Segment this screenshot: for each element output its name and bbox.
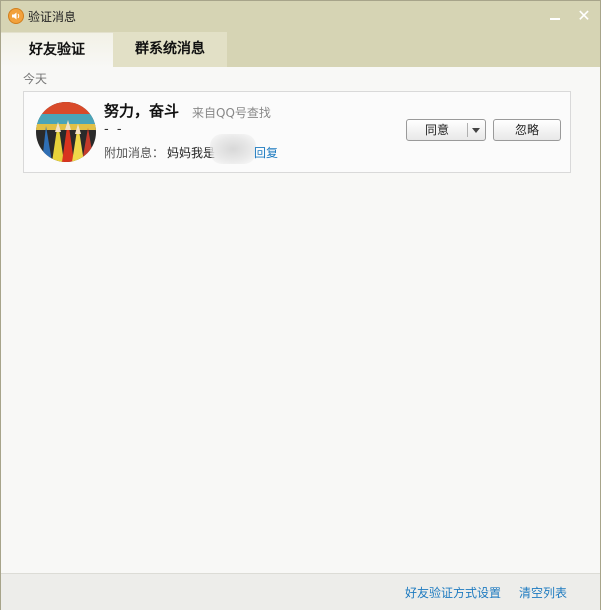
window-title: 验证消息: [28, 10, 77, 24]
close-icon: ✕: [577, 6, 591, 25]
agree-dropdown-toggle[interactable]: [468, 120, 485, 140]
speaker-icon: [8, 8, 24, 24]
footer-bar: 好友验证方式设置 清空列表: [1, 573, 600, 610]
avatar[interactable]: [36, 102, 96, 162]
tab-friend-verification[interactable]: 好友验证: [1, 32, 113, 68]
agree-split-button[interactable]: 同意: [406, 119, 486, 141]
minimize-icon: [550, 18, 560, 20]
clear-list-link[interactable]: 清空列表: [519, 584, 567, 601]
attach-message-text: 妈妈我是: [167, 146, 216, 160]
tab-group-system-messages[interactable]: 群系统消息: [113, 32, 227, 67]
reply-link[interactable]: 回复: [254, 144, 278, 161]
friend-request-card: 努力，奋斗 来自QQ号查找 - - 附加消息： 妈妈我是 回复 同意 忽略: [23, 91, 571, 173]
close-button[interactable]: ✕: [575, 7, 593, 25]
minimize-button[interactable]: [546, 7, 564, 25]
chevron-down-icon: [472, 128, 480, 133]
attach-message-label: 附加消息：: [104, 146, 165, 160]
request-source: 来自QQ号查找: [192, 106, 271, 120]
date-section-label: 今天: [23, 72, 48, 86]
requester-remark: - -: [104, 122, 124, 137]
agree-button[interactable]: 同意: [407, 120, 467, 140]
verification-window: 验证消息 ✕ 好友验证 群系统消息 今天 努力，奋斗 来自QQ号查找 - - 附…: [0, 0, 601, 610]
verification-settings-link[interactable]: 好友验证方式设置: [405, 584, 501, 601]
redacted-blur: [210, 134, 256, 164]
ignore-button[interactable]: 忽略: [493, 119, 561, 141]
title-bar: 验证消息 ✕ 好友验证 群系统消息: [1, 1, 600, 68]
requester-name[interactable]: 努力，奋斗: [104, 100, 179, 121]
